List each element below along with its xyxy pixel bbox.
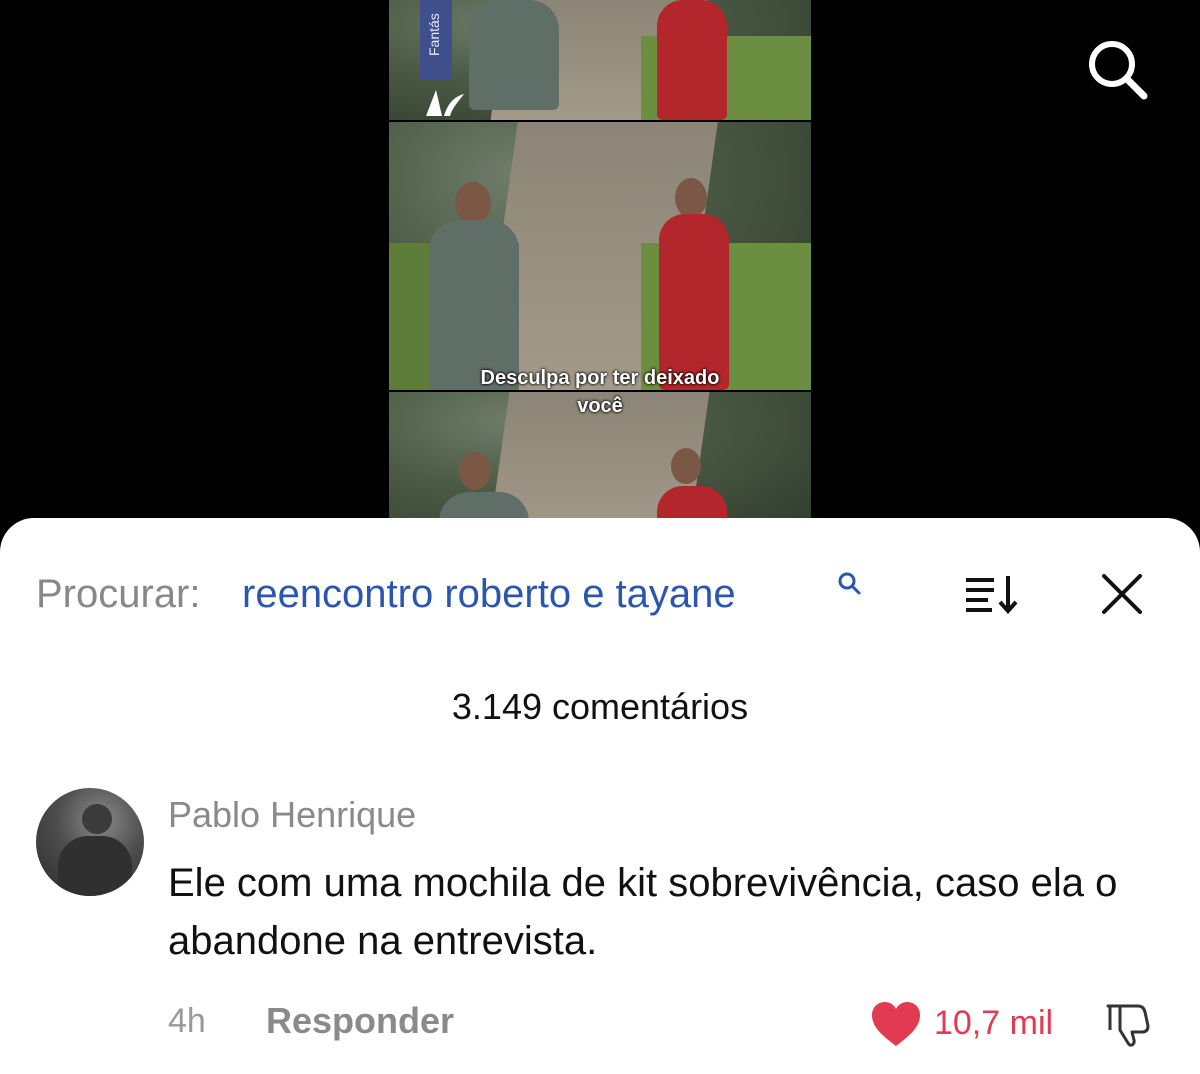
close-icon[interactable] [1100,574,1144,614]
search-icon[interactable] [836,570,862,596]
channel-logo-icon [426,90,464,116]
channel-strip: Fantás [420,0,452,80]
reply-button[interactable]: Responder [266,1000,454,1042]
comment-author[interactable]: Pablo Henrique [168,794,416,836]
search-icon[interactable] [1084,36,1150,102]
channel-strip-text: Fantás [426,13,442,56]
caption-line-2: você [577,395,623,417]
avatar[interactable] [36,788,144,896]
video-caption: Desculpa por ter deixado você [389,364,811,420]
thumbs-down-icon[interactable] [1102,1000,1154,1048]
comment-count: 3.149 comentários [451,686,749,727]
like-count: 10,7 mil [934,1004,1054,1042]
comment-text: Ele com uma mochila de kit sobrevivência… [168,861,1118,963]
video-frame [389,122,811,390]
heart-icon[interactable] [870,1000,922,1048]
search-query-link[interactable]: reencontro roberto e tayane [242,572,736,617]
search-label: Procurar: [36,572,201,616]
video-player[interactable]: Desculpa por ter deixado você [389,0,811,540]
comment-time: 4h [168,1002,206,1040]
sort-icon[interactable] [964,574,1020,614]
caption-line-1: Desculpa por ter deixado [480,367,720,389]
